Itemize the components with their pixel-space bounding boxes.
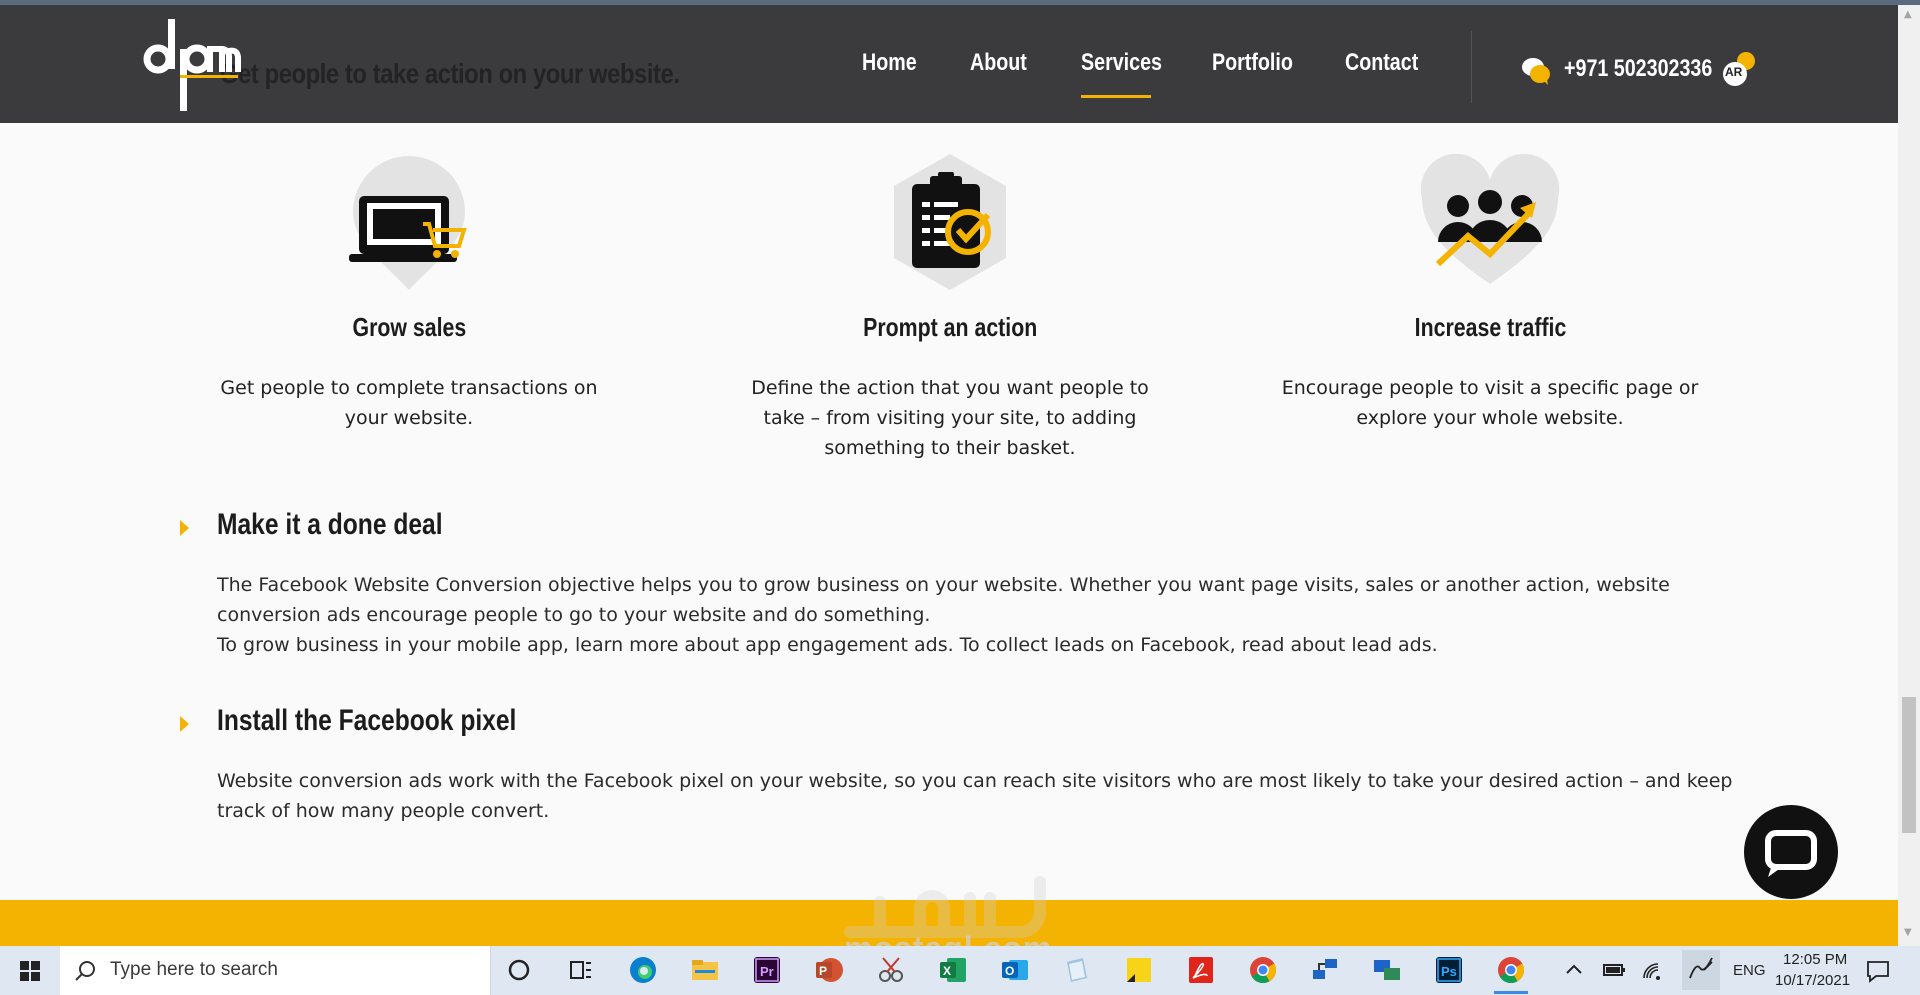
feature-title-increase-traffic: Increase traffic: [1240, 312, 1740, 343]
photoshop-icon[interactable]: Ps: [1433, 954, 1465, 986]
excel-icon[interactable]: X: [937, 954, 969, 986]
accordion-toggle-icon[interactable]: [180, 520, 189, 536]
feature-title-text: Increase traffic: [1414, 312, 1566, 342]
nav-about[interactable]: About: [970, 49, 1027, 77]
remote-desktop-icon[interactable]: [1371, 954, 1403, 986]
feature-title-prompt-action: Prompt an action: [700, 312, 1200, 343]
clock-time[interactable]: 12:05 PM: [1783, 951, 1847, 968]
accordion-paragraph: To grow business in your mobile app, lea…: [217, 634, 1438, 656]
accordion-paragraph: The Facebook Website Conversion objectiv…: [217, 574, 1670, 626]
accordion-toggle-icon[interactable]: [180, 716, 189, 732]
nav-active-indicator: [1081, 95, 1151, 98]
live-chat-button[interactable]: [1744, 805, 1838, 899]
windows-taskbar: Type here to search Pr P X O Ps ENG 12:0…: [0, 946, 1920, 995]
people-growth-icon: [1420, 153, 1560, 284]
search-icon: [75, 961, 95, 981]
nav-contact[interactable]: Contact: [1345, 49, 1418, 77]
feature-desc-increase-traffic: Encourage people to visit a specific pag…: [1281, 377, 1699, 429]
nav-services[interactable]: Services: [1081, 49, 1162, 77]
clock-date[interactable]: 10/17/2021: [1775, 972, 1850, 989]
notifications-icon[interactable]: [1862, 954, 1894, 986]
network-app-icon[interactable]: [1309, 954, 1341, 986]
sticky-notes-icon[interactable]: [1123, 954, 1155, 986]
chrome-icon[interactable]: [1495, 954, 1527, 986]
edge-icon[interactable]: [627, 954, 659, 986]
outlook-icon[interactable]: O: [999, 954, 1031, 986]
nav-divider: [1471, 31, 1472, 103]
search-placeholder: Type here to search: [110, 959, 278, 980]
notepad-icon[interactable]: [1061, 954, 1093, 986]
svg-text:Ps: Ps: [1441, 964, 1457, 979]
svg-text:X: X: [943, 964, 951, 978]
accordion-title-done-deal[interactable]: Make it a done deal: [217, 508, 443, 542]
battery-icon[interactable]: [1598, 954, 1630, 986]
nav-home[interactable]: Home: [862, 49, 917, 77]
language-label: AR: [1725, 65, 1743, 79]
clipboard-check-icon: [894, 154, 1006, 290]
nav-portfolio[interactable]: Portfolio: [1212, 49, 1293, 77]
laptop-cart-icon: [349, 156, 467, 290]
chevron-up-icon[interactable]: [1558, 954, 1590, 986]
scroll-up-arrow[interactable]: ▲: [1904, 9, 1912, 20]
wifi-icon[interactable]: [1638, 954, 1670, 986]
snipping-tool-icon[interactable]: [875, 954, 907, 986]
svg-text:P: P: [819, 964, 827, 978]
file-explorer-icon[interactable]: [689, 954, 721, 986]
task-view-icon[interactable]: [565, 954, 597, 986]
chrome-icon[interactable]: [1247, 954, 1279, 986]
svg-text:Pr: Pr: [760, 964, 774, 979]
chat-phone-icon: [1522, 58, 1550, 85]
svg-text:O: O: [1005, 964, 1014, 978]
page-scrollbar[interactable]: ▲ ▼: [1898, 5, 1920, 946]
feature-title-grow-sales: Grow sales: [159, 312, 659, 343]
input-language[interactable]: ENG: [1733, 962, 1766, 979]
dpm-logo[interactable]: [138, 17, 242, 117]
premiere-icon[interactable]: Pr: [751, 954, 783, 986]
taskbar-search-box[interactable]: Type here to search: [60, 946, 491, 995]
scroll-down-arrow[interactable]: ▼: [1904, 927, 1912, 938]
acrobat-icon[interactable]: [1185, 954, 1217, 986]
phone-number[interactable]: +971 502302336: [1564, 55, 1712, 83]
powerpoint-icon[interactable]: P: [813, 954, 845, 986]
cortana-icon[interactable]: [503, 954, 535, 986]
scroll-thumb[interactable]: [1902, 697, 1916, 833]
feature-desc-prompt-action: Define the action that you want people t…: [751, 377, 1149, 459]
feature-title-text: Prompt an action: [862, 312, 1038, 342]
windows-start-icon[interactable]: [0, 946, 60, 995]
feature-desc-grow-sales: Get people to complete transactions on y…: [220, 377, 598, 429]
accordion-paragraph: Website conversion ads work with the Fac…: [217, 770, 1733, 822]
chat-icon: [1765, 830, 1817, 877]
pen-workspace-icon[interactable]: [1682, 950, 1720, 990]
feature-title-text: Grow sales: [352, 312, 466, 342]
accordion-body-facebook-pixel: Website conversion ads work with the Fac…: [217, 766, 1737, 826]
active-app-indicator: [1494, 991, 1528, 994]
language-switch-button[interactable]: AR: [1722, 51, 1758, 87]
obscured-heading: Get people to take action on your websit…: [220, 58, 680, 89]
accordion-title-facebook-pixel[interactable]: Install the Facebook pixel: [217, 704, 516, 738]
accordion-body-done-deal: The Facebook Website Conversion objectiv…: [217, 570, 1737, 660]
site-header: Get people to take action on your websit…: [0, 5, 1898, 123]
